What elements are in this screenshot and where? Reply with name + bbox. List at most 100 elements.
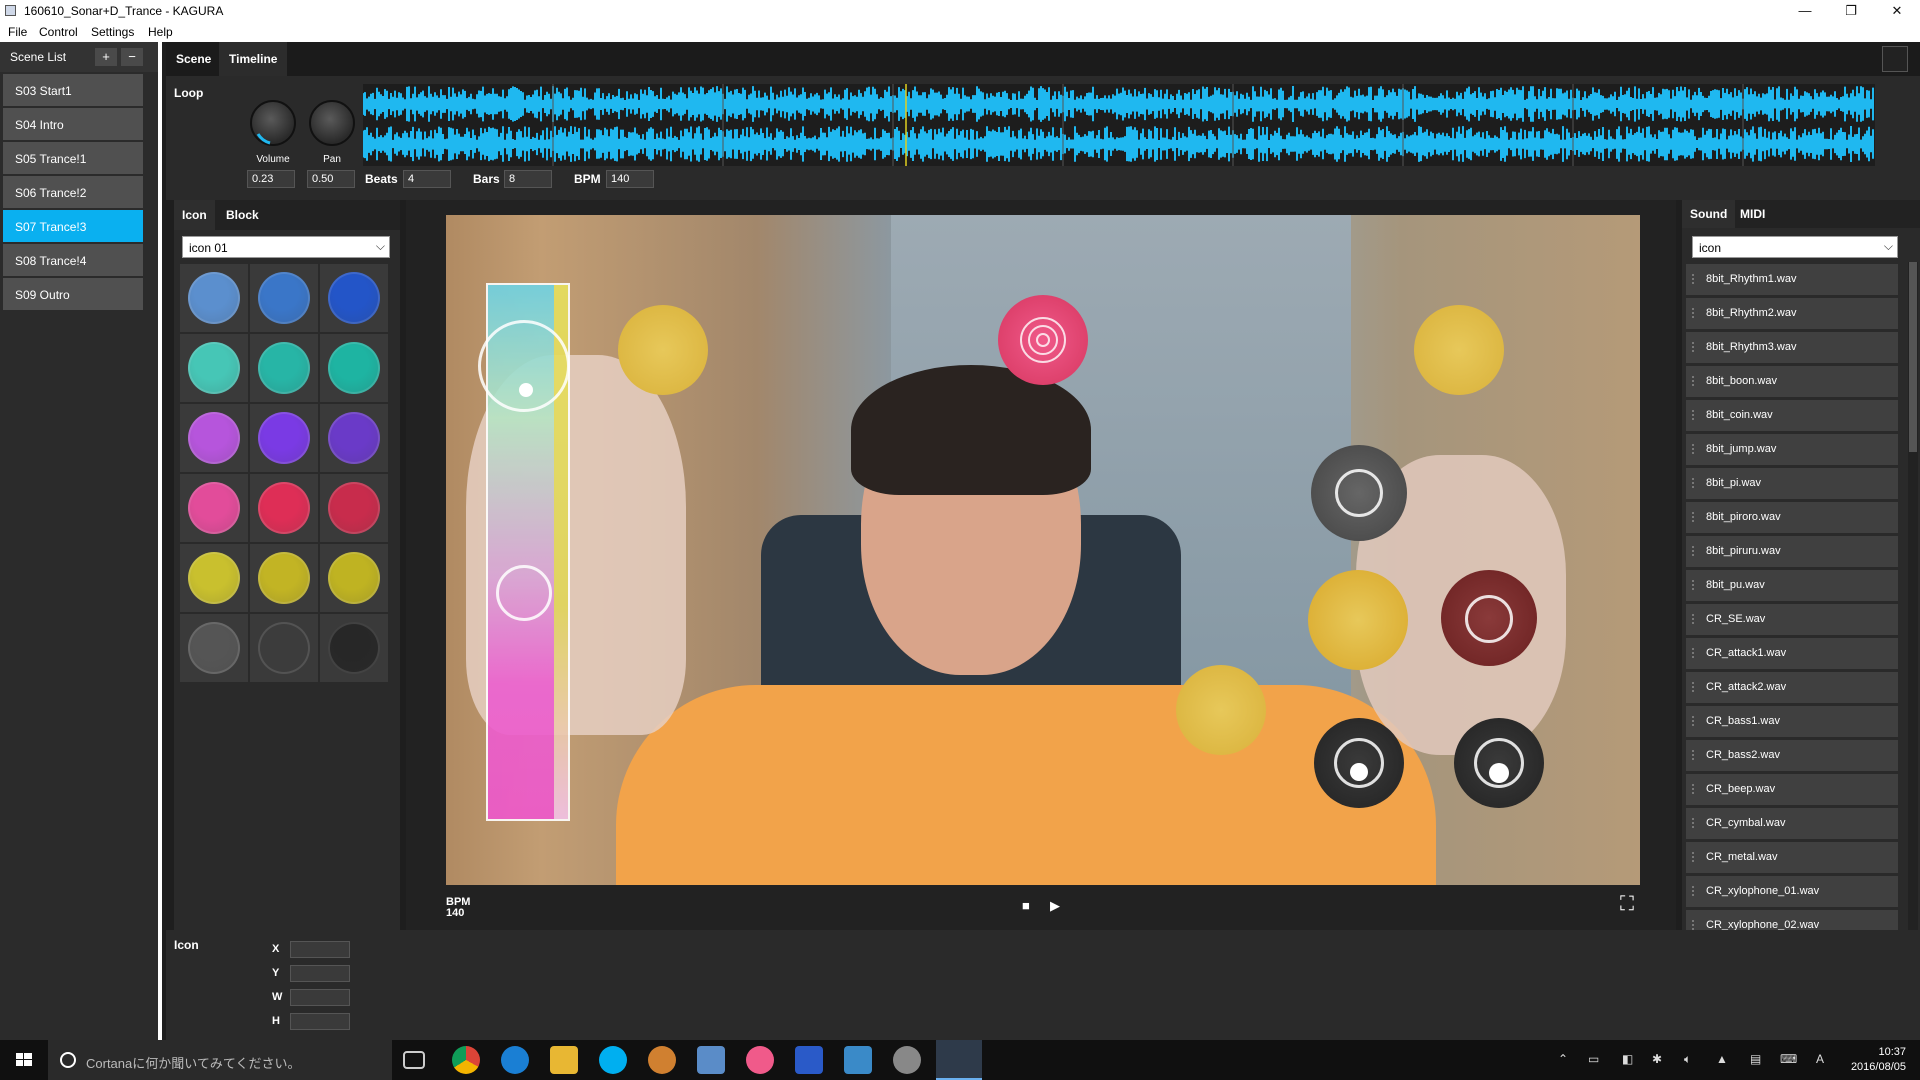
sound-item[interactable]: 8bit_Rhythm1.wav (1686, 264, 1898, 295)
bpm-field[interactable]: 140 (606, 170, 654, 188)
volume-icon[interactable]: 🔈︎ (1684, 1052, 1691, 1067)
scene-item[interactable]: S05 Trance!1 (3, 142, 143, 174)
icon-set-dropdown[interactable]: icon 01 ⌵ (182, 236, 390, 258)
show-hidden-icons[interactable]: ⌃ (1558, 1052, 1568, 1066)
volume-knob[interactable] (250, 100, 296, 146)
pan-knob[interactable] (309, 100, 355, 146)
scene-item[interactable]: S04 Intro (3, 108, 143, 140)
window-app-icon[interactable] (697, 1046, 725, 1074)
tab-timeline[interactable]: Timeline (219, 42, 288, 76)
icon-swatch[interactable] (180, 614, 248, 682)
sound-icon-pink[interactable] (998, 295, 1088, 385)
app-icon[interactable] (844, 1046, 872, 1074)
close-button[interactable]: ✕ (1874, 0, 1920, 22)
sound-item[interactable]: CR_attack2.wav (1686, 672, 1898, 703)
camera-app-icon[interactable] (893, 1046, 921, 1074)
fullscreen-button[interactable]: ⛶ (1620, 893, 1634, 916)
icon-swatch[interactable] (180, 264, 248, 332)
sound-item[interactable]: 8bit_coin.wav (1686, 400, 1898, 431)
sound-item[interactable]: CR_bass1.wav (1686, 706, 1898, 737)
icon-swatch[interactable] (320, 614, 388, 682)
sound-item[interactable]: 8bit_piroro.wav (1686, 502, 1898, 533)
sound-item[interactable]: 8bit_Rhythm2.wav (1686, 298, 1898, 329)
minimize-button[interactable]: — (1782, 0, 1828, 22)
tab-block[interactable]: Block (218, 200, 267, 230)
scene-item[interactable]: S09 Outro (3, 278, 143, 310)
kagura-taskbar-icon[interactable] (936, 1040, 982, 1080)
sound-icon-yellow[interactable] (1176, 665, 1266, 755)
scene-item-selected[interactable]: S07 Trance!3 (3, 210, 143, 242)
sound-icon-yellow[interactable] (1414, 305, 1504, 395)
play-button[interactable]: ▶ (1050, 898, 1060, 914)
remove-scene-button[interactable]: − (121, 48, 143, 66)
sound-item[interactable]: CR_bass2.wav (1686, 740, 1898, 771)
camera-stage[interactable] (446, 215, 1640, 885)
menu-help[interactable]: Help (148, 25, 173, 39)
sound-item[interactable]: CR_beep.wav (1686, 774, 1898, 805)
prop-h-field[interactable] (290, 1013, 350, 1030)
icon-swatch[interactable] (320, 404, 388, 472)
sound-item[interactable]: CR_attack1.wav (1686, 638, 1898, 669)
security-icon[interactable]: ◧ (1622, 1052, 1633, 1066)
pattern-app-icon[interactable] (795, 1046, 823, 1074)
sound-item[interactable]: CR_cymbal.wav (1686, 808, 1898, 839)
tab-scene[interactable]: Scene (166, 42, 221, 76)
sound-item[interactable]: 8bit_boon.wav (1686, 366, 1898, 397)
icon-swatch[interactable] (250, 614, 318, 682)
icon-swatch[interactable] (250, 334, 318, 402)
sound-item[interactable]: CR_xylophone_01.wav (1686, 876, 1898, 907)
bars-field[interactable]: 8 (504, 170, 552, 188)
bluetooth-icon[interactable]: ✱ (1652, 1052, 1662, 1066)
itunes-icon[interactable] (746, 1046, 774, 1074)
clock[interactable]: 10:37 2016/08/05 (1826, 1045, 1906, 1075)
sound-item[interactable]: 8bit_pu.wav (1686, 570, 1898, 601)
slider-handle[interactable] (519, 383, 533, 397)
file-explorer-icon[interactable] (550, 1046, 578, 1074)
sound-icon-yellow[interactable] (1308, 570, 1408, 670)
icon-swatch[interactable] (180, 334, 248, 402)
sound-item[interactable]: 8bit_piruru.wav (1686, 536, 1898, 567)
icon-swatch[interactable] (320, 474, 388, 542)
icon-swatch[interactable] (180, 544, 248, 612)
edge-icon[interactable] (501, 1046, 529, 1074)
sound-item[interactable]: CR_SE.wav (1686, 604, 1898, 635)
notification-icon[interactable]: ▤ (1750, 1052, 1761, 1066)
prop-y-field[interactable] (290, 965, 350, 982)
network-icon[interactable]: ▭ (1588, 1052, 1599, 1066)
beats-field[interactable]: 4 (403, 170, 451, 188)
prop-w-field[interactable] (290, 989, 350, 1006)
toggle-panel-button[interactable] (1882, 46, 1908, 72)
sound-icon-yellow[interactable] (618, 305, 708, 395)
sound-item[interactable]: CR_xylophone_02.wav (1686, 910, 1898, 930)
cortana-search[interactable]: Cortanaに何か聞いてみてください。 (48, 1040, 392, 1080)
chrome-icon[interactable] (452, 1046, 480, 1074)
prop-x-field[interactable] (290, 941, 350, 958)
waveform[interactable] (362, 84, 1875, 166)
start-button[interactable] (0, 1040, 48, 1080)
drive-icon[interactable]: ▲ (1716, 1052, 1728, 1066)
skype-icon[interactable] (599, 1046, 627, 1074)
icon-swatch[interactable] (180, 474, 248, 542)
menu-settings[interactable]: Settings (91, 25, 134, 39)
sound-item[interactable]: CR_metal.wav (1686, 842, 1898, 873)
icon-swatch[interactable] (320, 334, 388, 402)
scene-item[interactable]: S08 Trance!4 (3, 244, 143, 276)
icon-swatch[interactable] (250, 544, 318, 612)
scene-item[interactable]: S03 Start1 (3, 74, 143, 106)
menu-file[interactable]: File (8, 25, 27, 39)
icon-swatch[interactable] (250, 404, 318, 472)
stop-button[interactable]: ■ (1022, 898, 1030, 913)
icon-swatch[interactable] (180, 404, 248, 472)
tab-icon[interactable]: Icon (174, 200, 215, 230)
scrollbar-thumb[interactable] (1909, 262, 1917, 452)
icon-swatch[interactable] (320, 264, 388, 332)
icon-swatch[interactable] (320, 544, 388, 612)
sound-item[interactable]: 8bit_Rhythm3.wav (1686, 332, 1898, 363)
sound-item[interactable]: 8bit_pi.wav (1686, 468, 1898, 499)
scene-item[interactable]: S06 Trance!2 (3, 176, 143, 208)
ime-indicator[interactable]: A (1816, 1052, 1824, 1066)
volume-field[interactable]: 0.23 (247, 170, 295, 188)
slider-ring-top[interactable] (478, 320, 570, 412)
pan-field[interactable]: 0.50 (307, 170, 355, 188)
sound-item[interactable]: 8bit_jump.wav (1686, 434, 1898, 465)
